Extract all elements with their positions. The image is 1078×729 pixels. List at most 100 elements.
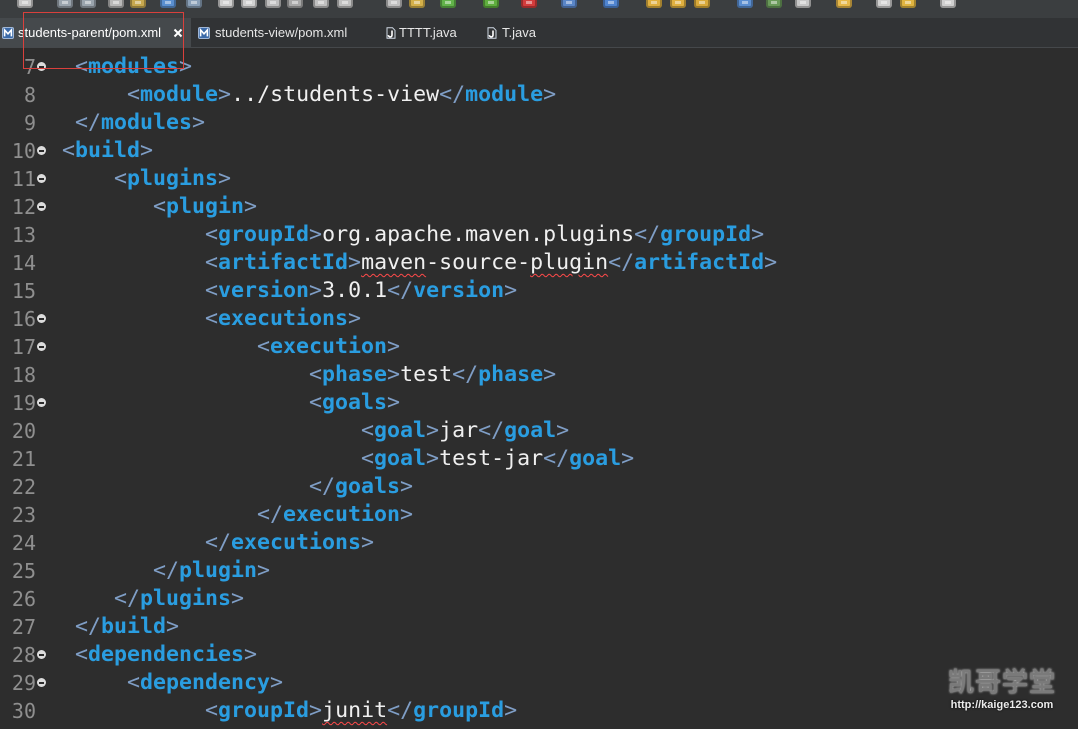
xml-tag-bracket: >	[556, 418, 570, 443]
xml-tag-bracket: >	[309, 698, 323, 723]
code-line[interactable]: 30 <groupId>junit</groupId>	[0, 697, 1078, 725]
tab-students-view-pom[interactable]: students-view/pom.xml	[193, 18, 373, 47]
next-annotation-icon[interactable]	[737, 0, 753, 8]
step-over-icon[interactable]	[337, 0, 353, 8]
toolbox-icon[interactable]	[130, 0, 146, 8]
fold-collapse-icon[interactable]	[37, 650, 46, 659]
previous-annotation-icon[interactable]	[766, 0, 782, 8]
xml-text-content: test-jar	[439, 446, 544, 471]
print-icon[interactable]	[108, 0, 124, 8]
web-browser-icon[interactable]	[603, 0, 619, 8]
code-line[interactable]: 24 </executions>	[0, 529, 1078, 557]
code-line[interactable]: 14 <artifactId>maven-source-plugin</arti…	[0, 249, 1078, 277]
fold-collapse-icon[interactable]	[37, 314, 46, 323]
redo-icon[interactable]	[940, 0, 956, 8]
xml-tag-bracket: >	[426, 418, 440, 443]
fold-collapse-icon[interactable]	[37, 398, 46, 407]
open-task-icon[interactable]	[670, 0, 686, 8]
drop-to-frame-icon[interactable]	[409, 0, 425, 8]
line-number: 11	[11, 167, 36, 191]
code-line[interactable]: 10 <build>	[0, 137, 1078, 165]
code-line[interactable]: 16 <executions>	[0, 305, 1078, 333]
code-line[interactable]: 23 </execution>	[0, 501, 1078, 529]
code-line[interactable]: 13 <groupId>org.apache.maven.plugins</gr…	[0, 221, 1078, 249]
pin-editor-icon[interactable]	[836, 0, 852, 8]
xml-tag-bracket: >	[218, 82, 232, 107]
xml-tag-bracket: >	[504, 278, 518, 303]
fold-collapse-icon[interactable]	[37, 202, 46, 211]
code-line[interactable]: 9 </modules>	[0, 109, 1078, 137]
fold-collapse-icon[interactable]	[37, 62, 46, 71]
xml-tag-bracket: >	[621, 446, 635, 471]
tab-students-parent-pom[interactable]: students-parent/pom.xml	[0, 18, 191, 47]
new-icon[interactable]	[17, 0, 33, 8]
maven-pom-file-icon	[198, 27, 210, 39]
code-text: </plugin>	[49, 557, 270, 585]
xml-tag-name: execution	[283, 502, 401, 527]
resume-icon[interactable]	[218, 0, 234, 8]
code-line[interactable]: 15 <version>3.0.1</version>	[0, 277, 1078, 305]
open-type-icon[interactable]	[646, 0, 662, 8]
code-line[interactable]: 7 <modules>	[0, 53, 1078, 81]
fold-collapse-icon[interactable]	[37, 174, 46, 183]
fold-collapse-icon[interactable]	[37, 678, 46, 687]
code-line[interactable]: 17 <execution>	[0, 333, 1078, 361]
code-text: <goal>test-jar</goal>	[49, 445, 634, 473]
code-line[interactable]: 28 <dependencies>	[0, 641, 1078, 669]
code-line[interactable]: 21 <goal>test-jar</goal>	[0, 445, 1078, 473]
open-resource-icon[interactable]	[694, 0, 710, 8]
use-step-filters-icon[interactable]	[440, 0, 456, 8]
code-text: <dependency>	[49, 669, 283, 697]
xml-tag-bracket: </	[608, 250, 635, 275]
xml-tag-bracket: </	[205, 530, 232, 555]
code-line[interactable]: 27 </build>	[0, 613, 1078, 641]
step-into-icon[interactable]	[313, 0, 329, 8]
terminate-icon[interactable]	[265, 0, 281, 8]
xml-tag-bracket: >	[166, 614, 180, 639]
tab-t-java[interactable]: T.java	[482, 18, 552, 47]
tab-tttt-java[interactable]: TTTT.java	[380, 18, 474, 47]
debug-icon[interactable]	[483, 0, 499, 8]
code-text: <plugins>	[49, 165, 231, 193]
code-line[interactable]: 29 <dependency>	[0, 669, 1078, 697]
external-tools-icon[interactable]	[561, 0, 577, 8]
code-line[interactable]: 12 <plugin>	[0, 193, 1078, 221]
save-icon[interactable]	[57, 0, 73, 8]
code-line[interactable]: 18 <phase>test</phase>	[0, 361, 1078, 389]
code-line[interactable]: 19 <goals>	[0, 389, 1078, 417]
suspend-icon[interactable]	[241, 0, 257, 8]
search-icon[interactable]	[186, 0, 202, 8]
console-icon[interactable]	[160, 0, 176, 8]
disconnect-icon[interactable]	[287, 0, 303, 8]
code-text: <groupId>org.apache.maven.plugins</group…	[49, 221, 764, 249]
xml-text-content: org.apache.maven.plugins	[322, 222, 635, 247]
step-return-icon[interactable]	[386, 0, 402, 8]
xml-tag-bracket: >	[504, 698, 518, 723]
code-line[interactable]: 11 <plugins>	[0, 165, 1078, 193]
fold-collapse-icon[interactable]	[37, 342, 46, 351]
xml-tag-bracket: <	[62, 138, 76, 163]
line-number: 7	[23, 55, 36, 79]
forward-icon[interactable]	[900, 0, 916, 8]
code-line[interactable]: 20 <goal>jar</goal>	[0, 417, 1078, 445]
back-icon[interactable]	[876, 0, 892, 8]
save-all-icon[interactable]	[80, 0, 96, 8]
code-line[interactable]: 22 </goals>	[0, 473, 1078, 501]
close-tab-icon[interactable]	[173, 28, 183, 38]
code-line[interactable]: 25 </plugin>	[0, 557, 1078, 585]
code-line[interactable]: 8 <module>../students-view</module>	[0, 81, 1078, 109]
xml-source-editor[interactable]: 7 <modules> 8 <module>../students-view</m…	[0, 48, 1078, 729]
code-text: </plugins>	[49, 585, 244, 613]
code-line[interactable]: 26 </plugins>	[0, 585, 1078, 613]
stop-icon[interactable]	[521, 0, 537, 8]
line-number: 27	[11, 615, 36, 639]
last-edit-location-icon[interactable]	[795, 0, 811, 8]
line-number: 21	[11, 447, 36, 471]
fold-collapse-icon[interactable]	[37, 146, 46, 155]
line-number: 9	[23, 111, 36, 135]
code-text: <execution>	[49, 333, 400, 361]
xml-tag-bracket: >	[257, 558, 271, 583]
